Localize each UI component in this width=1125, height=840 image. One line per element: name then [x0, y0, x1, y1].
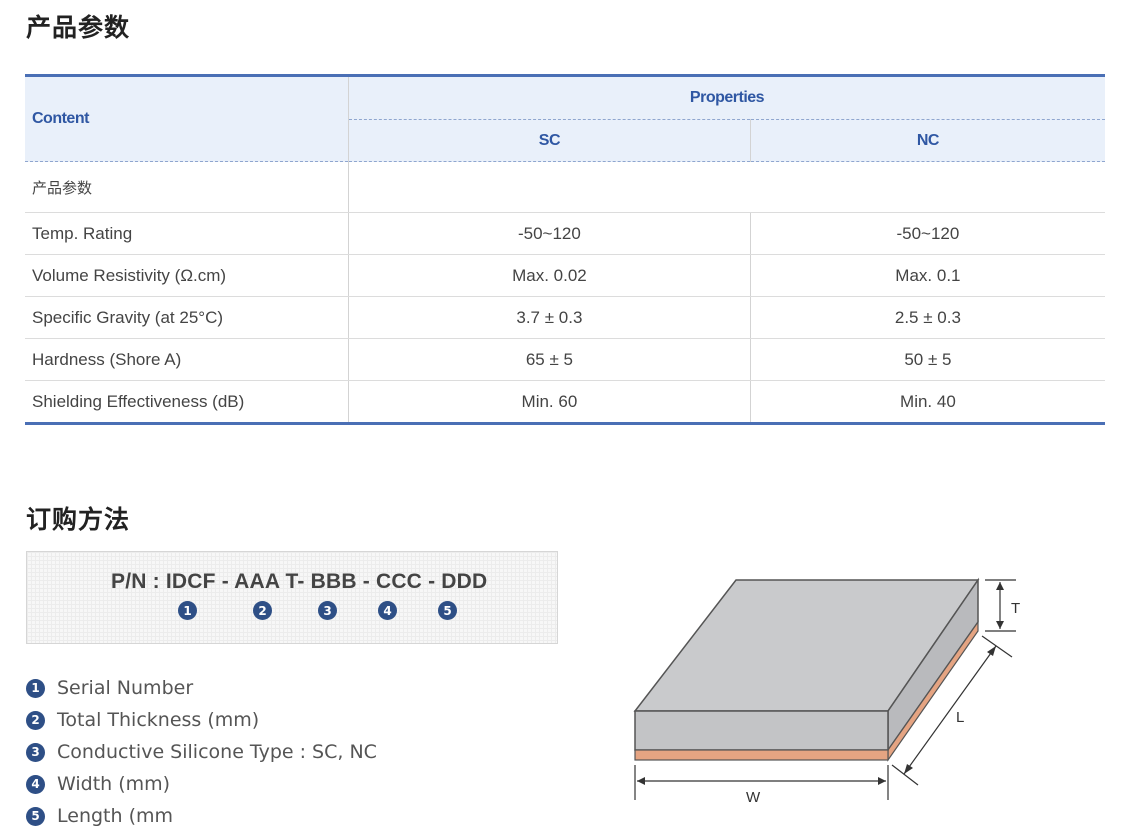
dim-label-l: L — [956, 709, 964, 726]
sc-value: Max. 0.02 — [348, 254, 751, 297]
part-number-box: P/N : IDCF - AAA T- BBB - CCC - DDD 1 2 … — [26, 551, 558, 644]
number-1-icon: 1 — [26, 678, 45, 698]
dim-label-w: W — [746, 789, 761, 806]
legend-item: 5 Length (mm — [26, 800, 377, 832]
group-label: 产品参数 — [25, 161, 349, 213]
properties-header: Properties — [348, 75, 1105, 120]
row-label: Volume Resistivity (Ω.cm) — [25, 254, 349, 297]
number-4-icon: 4 — [378, 601, 397, 620]
sc-header: SC — [348, 119, 751, 162]
nc-value: 2.5 ± 0.3 — [750, 296, 1105, 339]
row-label: Specific Gravity (at 25°C) — [25, 296, 349, 339]
number-3-icon: 3 — [318, 601, 337, 620]
table-row: Temp. Rating -50~120 -50~120 — [25, 212, 1105, 255]
legend-item: 1 Serial Number — [26, 672, 377, 704]
number-2-icon: 2 — [253, 601, 272, 620]
row-label: Shielding Effectiveness (dB) — [25, 380, 349, 424]
legend-item: 4 Width (mm) — [26, 768, 377, 800]
number-1-icon: 1 — [178, 601, 197, 620]
legend-text: Total Thickness (mm) — [57, 709, 260, 731]
pad-dimension-diagram: T L W — [633, 577, 1020, 806]
number-2-icon: 2 — [26, 710, 45, 730]
table-row: Specific Gravity (at 25°C) 3.7 ± 0.3 2.5… — [25, 296, 1105, 339]
number-5-icon: 5 — [438, 601, 457, 620]
legend-item: 2 Total Thickness (mm) — [26, 704, 377, 736]
sc-value: 65 ± 5 — [348, 338, 751, 381]
table-row: Shielding Effectiveness (dB) Min. 60 Min… — [25, 380, 1105, 424]
table-row: Hardness (Shore A) 65 ± 5 50 ± 5 — [25, 338, 1105, 381]
number-4-icon: 4 — [26, 774, 45, 794]
dim-label-t: T — [1011, 600, 1020, 617]
legend-text: Length (mm — [57, 805, 174, 827]
order-section-title: 订购方法 — [26, 505, 131, 534]
spec-table: Content Properties SC NC 产品参数 Temp. Rati… — [25, 74, 1105, 425]
sc-value: 3.7 ± 0.3 — [348, 296, 751, 339]
nc-value: 50 ± 5 — [750, 338, 1105, 381]
nc-value: Min. 40 — [900, 391, 956, 411]
specs-section-title: 产品参数 — [26, 13, 131, 42]
pad-front-copper — [634, 749, 889, 761]
table-group-row: 产品参数 — [25, 161, 1105, 213]
nc-value: -50~120 — [750, 212, 1105, 255]
content-header: Content — [25, 75, 349, 162]
order-legend: 1 Serial Number 2 Total Thickness (mm) 3 Co… — [26, 672, 377, 832]
legend-text: Width (mm) — [57, 773, 171, 795]
table-row: Volume Resistivity (Ω.cm) Max. 0.02 Max.… — [25, 254, 1105, 297]
pad-front-face — [634, 710, 889, 751]
nc-value: Max. 0.1 — [750, 254, 1105, 297]
legend-item: 3 Conductive Silicone Type : SC, NC — [26, 736, 377, 768]
group-empty-cell — [348, 161, 1105, 213]
number-3-icon: 3 — [26, 742, 45, 762]
legend-text: Serial Number — [57, 677, 194, 699]
sc-value: Min. 60 — [348, 380, 751, 424]
nc-header: NC — [750, 119, 1105, 162]
row-label: Temp. Rating — [25, 212, 349, 255]
sc-value: -50~120 — [348, 212, 751, 255]
part-number-text: P/N : IDCF - AAA T- BBB - CCC - DDD — [111, 570, 488, 593]
legend-text: Conductive Silicone Type : SC, NC — [57, 741, 377, 763]
row-label: Hardness (Shore A) — [25, 338, 349, 381]
number-5-icon: 5 — [26, 806, 45, 826]
